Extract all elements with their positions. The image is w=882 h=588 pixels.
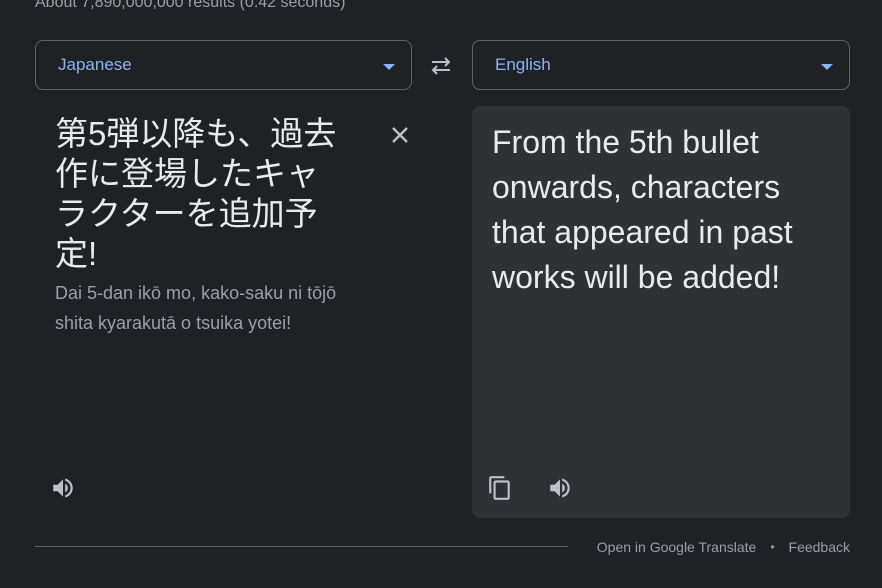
source-text[interactable]: 第5弾以降も、過去作に登場したキャラクターを追加予定! xyxy=(55,114,345,274)
footer-separator: • xyxy=(770,540,775,554)
speaker-icon xyxy=(550,478,570,498)
open-in-google-translate-link[interactable]: Open in Google Translate xyxy=(597,539,757,555)
close-icon xyxy=(392,127,408,143)
target-language-label: English xyxy=(495,55,551,74)
source-romanization: Dai 5-dan ikō mo, kako-saku ni tōjō shit… xyxy=(55,283,337,333)
footer-links: Open in Google Translate • Feedback xyxy=(597,539,850,555)
swap-languages-button[interactable] xyxy=(424,50,458,82)
speaker-icon xyxy=(53,478,73,498)
swap-icon xyxy=(431,57,451,75)
footer-divider xyxy=(35,546,568,547)
source-language-label: Japanese xyxy=(58,55,132,74)
target-language-select[interactable]: English xyxy=(472,40,850,90)
clear-source-button[interactable] xyxy=(387,122,413,148)
source-text-pane[interactable]: 第5弾以降も、過去作に登場したキャラクターを追加予定! Dai 5-dan ik… xyxy=(35,106,412,518)
source-language-select[interactable]: Japanese xyxy=(35,40,412,90)
listen-translation-button[interactable] xyxy=(544,472,576,504)
copy-translation-button[interactable] xyxy=(484,472,516,504)
translation-text: From the 5th bullet onwards, characters … xyxy=(492,124,793,295)
chevron-down-icon xyxy=(821,63,833,70)
results-stats: About 7,890,000,000 results (0.42 second… xyxy=(35,0,346,11)
chevron-down-icon xyxy=(383,63,395,70)
feedback-link[interactable]: Feedback xyxy=(789,539,850,555)
copy-icon xyxy=(489,476,510,500)
listen-source-button[interactable] xyxy=(47,472,79,504)
translation-pane: From the 5th bullet onwards, characters … xyxy=(472,106,850,518)
translate-widget: About 7,890,000,000 results (0.42 second… xyxy=(0,0,882,588)
